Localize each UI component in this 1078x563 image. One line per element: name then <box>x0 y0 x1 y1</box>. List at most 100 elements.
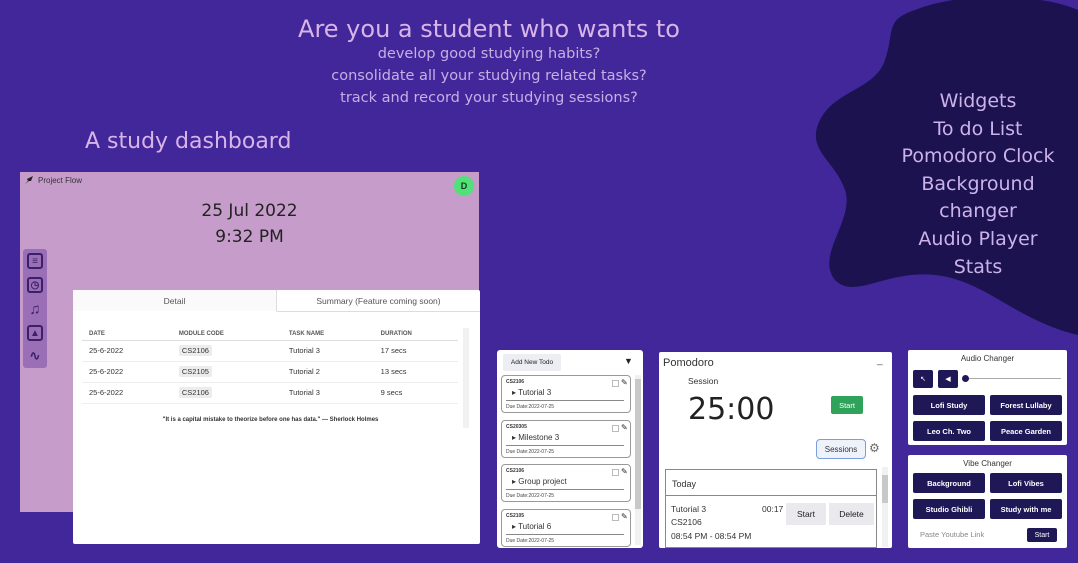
cell-date: 25-6-2022 <box>82 361 172 383</box>
vibe-lofi-vibes[interactable]: Lofi Vibes <box>990 473 1062 493</box>
cell-duration: 9 secs <box>373 382 458 404</box>
vibe-background[interactable]: Background <box>913 473 985 493</box>
todo-name: ▸ Tutorial 6 <box>512 522 551 531</box>
todo-widget: Add New Todo ▼ CS2106 ✎ ▸ Tutorial 3 Due… <box>497 350 643 548</box>
widgets-heading: Widgets <box>939 90 1017 112</box>
notes-icon[interactable]: ≡ <box>27 253 43 269</box>
todo-name: ▸ Tutorial 3 <box>512 388 551 397</box>
column-header-duration[interactable]: DURATION <box>373 328 458 341</box>
cell-task: Tutorial 2 <box>281 361 374 383</box>
tab-summary[interactable]: Summary (Feature coming soon) <box>277 290 480 312</box>
start-button[interactable]: Start <box>831 396 863 414</box>
todo-title: Milestone 3 <box>518 433 560 442</box>
session-entry: Tutorial 3 00:17 CS2106 08:54 PM - 08:54… <box>665 496 877 548</box>
table-scrollbar[interactable] <box>463 328 469 428</box>
image-icon[interactable]: ▲ <box>27 325 43 341</box>
checkbox[interactable] <box>612 380 619 387</box>
sessions-button[interactable]: Sessions <box>816 439 866 459</box>
todo-due: Due Date:2022-07-25 <box>506 404 555 410</box>
todo-name: ▸ Milestone 3 <box>512 433 559 442</box>
table-row: 25-6-2022 CS2106 Tutorial 3 17 secs <box>82 340 458 362</box>
todo-item[interactable]: CS2106 ✎ ▸ Tutorial 3 Due Date:2022-07-2… <box>501 375 631 413</box>
volume-knob[interactable] <box>962 375 969 382</box>
pomodoro-widget: Pomodoro _ Session 25:00 Start Sessions … <box>659 352 892 548</box>
todo-item[interactable]: CS2106 ✎ ▸ Group project Due Date:2022-0… <box>501 464 631 502</box>
module-chip: CS2105 <box>178 366 212 377</box>
module-chip: CS2106 <box>178 345 212 356</box>
track-forest-lullaby[interactable]: Forest Lullaby <box>990 395 1062 415</box>
edit-icon[interactable]: ✎ <box>621 467 628 476</box>
widget-todo: To do List <box>933 117 1023 140</box>
vibe-studio-ghibli[interactable]: Studio Ghibli <box>913 499 985 519</box>
todo-due: Due Date:2022-07-25 <box>506 449 555 455</box>
filter-icon[interactable]: ▼ <box>624 356 633 366</box>
scroll-thumb[interactable] <box>635 379 641 509</box>
cell-task: Tutorial 3 <box>281 340 374 362</box>
stats-table: DATE MODULE CODE TASK NAME DURATION 25-6… <box>82 328 458 404</box>
todo-code: CS20305 <box>506 424 527 430</box>
vibe-changer: Vibe Changer Background Lofi Vibes Studi… <box>908 455 1067 548</box>
cell-task: Tutorial 3 <box>281 382 374 404</box>
edit-icon[interactable]: ✎ <box>621 512 628 521</box>
youtube-link-input[interactable]: Paste Youtube Link <box>920 530 984 539</box>
widget-audio: Audio Player <box>918 227 1038 250</box>
cell-date: 25-6-2022 <box>82 340 172 362</box>
alarm-icon[interactable]: ◷ <box>27 277 43 293</box>
divider <box>506 489 624 490</box>
avatar[interactable]: D <box>454 176 474 196</box>
music-icon[interactable]: ♫ <box>27 301 43 318</box>
todo-due: Due Date:2022-07-25 <box>506 538 555 544</box>
current-date: 25 Jul 2022 <box>201 201 298 221</box>
audio-changer: Audio Changer ↖ ◀ Lofi Study Forest Lull… <box>908 350 1067 445</box>
add-todo-button[interactable]: Add New Todo <box>503 354 561 371</box>
widget-background: Background changer <box>921 172 1035 223</box>
column-header-task[interactable]: TASK NAME <box>281 328 374 341</box>
column-header-date[interactable]: DATE <box>82 328 172 341</box>
entry-code: CS2106 <box>671 517 702 527</box>
activity-icon[interactable]: ∿ <box>27 348 43 364</box>
checkbox[interactable] <box>612 469 619 476</box>
volume-slider[interactable] <box>966 378 1061 379</box>
tab-detail[interactable]: Detail <box>73 290 277 312</box>
checkbox[interactable] <box>612 425 619 432</box>
todo-title: Group project <box>518 477 567 486</box>
expand-icon[interactable]: ▸ <box>512 433 516 442</box>
entry-delete-button[interactable]: Delete <box>829 503 874 525</box>
volume-icon[interactable]: ◀ <box>938 370 958 388</box>
pause-icon[interactable]: ↖ <box>913 370 933 388</box>
scroll-thumb[interactable] <box>882 475 888 503</box>
todo-scrollbar[interactable] <box>635 375 641 545</box>
cell-date: 25-6-2022 <box>82 382 172 404</box>
track-peace-garden[interactable]: Peace Garden <box>990 421 1062 441</box>
todo-item[interactable]: CS2105 ✎ ▸ Tutorial 6 Due Date:2022-07-2… <box>501 509 631 547</box>
minimize-button[interactable]: _ <box>877 355 883 366</box>
todo-code: CS2106 <box>506 468 525 474</box>
vibe-title: Vibe Changer <box>963 459 1012 468</box>
widget-stats: Stats <box>953 255 1003 278</box>
edit-icon[interactable]: ✎ <box>621 378 628 387</box>
gear-icon[interactable]: ⚙ <box>869 441 880 455</box>
track-lofi-study[interactable]: Lofi Study <box>913 395 985 415</box>
expand-icon[interactable]: ▸ <box>512 477 516 486</box>
cell-duration: 13 secs <box>373 361 458 383</box>
brand[interactable]: Project Flow <box>24 175 82 185</box>
column-header-module[interactable]: MODULE CODE <box>171 328 282 341</box>
expand-icon[interactable]: ▸ <box>512 388 516 397</box>
stats-tabs: Detail Summary (Feature coming soon) <box>73 290 480 312</box>
todo-item[interactable]: CS20305 ✎ ▸ Milestone 3 Due Date:2022-07… <box>501 420 631 458</box>
section-title: A study dashboard <box>85 129 292 154</box>
edit-icon[interactable]: ✎ <box>621 423 628 432</box>
entry-start-button[interactable]: Start <box>786 503 826 525</box>
rocket-icon <box>25 176 33 184</box>
checkbox[interactable] <box>612 514 619 521</box>
entry-duration: 00:17 <box>762 504 784 514</box>
timer-display: 25:00 <box>688 392 775 427</box>
pomodoro-scrollbar[interactable] <box>882 467 888 547</box>
youtube-start-button[interactable]: Start <box>1027 528 1057 542</box>
quote: "It is a capital mistake to theorize bef… <box>162 417 379 423</box>
expand-icon[interactable]: ▸ <box>512 522 516 531</box>
vibe-study-with-me[interactable]: Study with me <box>990 499 1062 519</box>
session-label: Session <box>688 376 719 386</box>
widget-pomodoro: Pomodoro Clock <box>901 145 1055 168</box>
track-leo-ch-two[interactable]: Leo Ch. Two <box>913 421 985 441</box>
